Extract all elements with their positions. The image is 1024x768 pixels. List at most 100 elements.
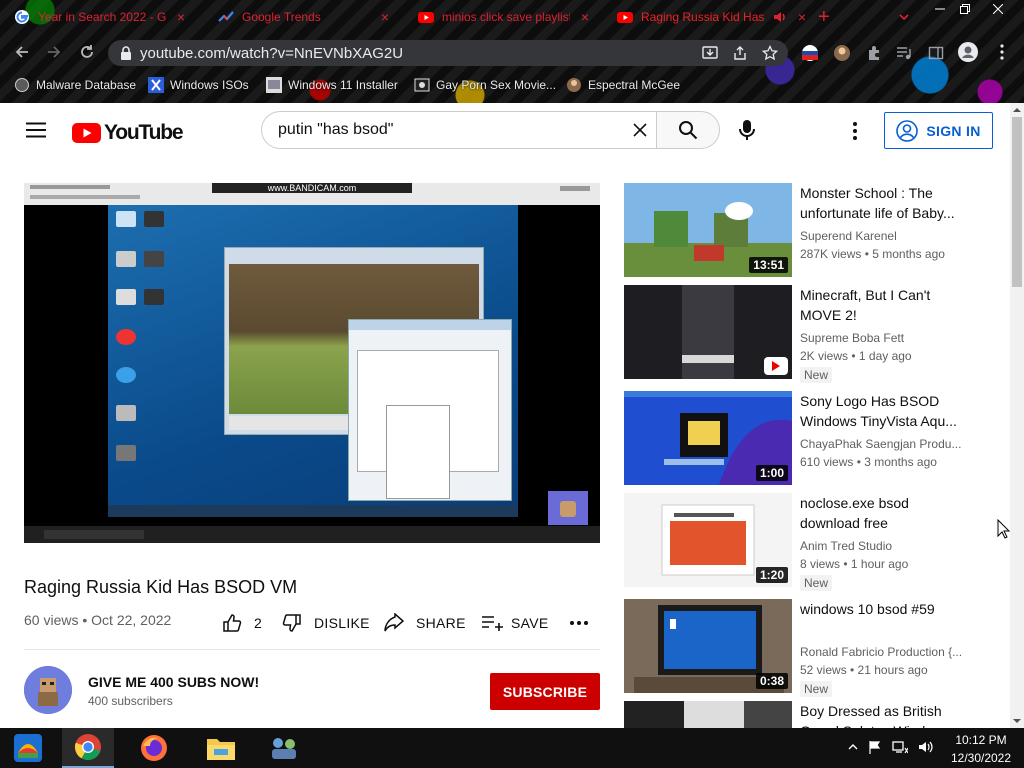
recommended-video-title[interactable]: Sony Logo Has BSOD Windows TinyVista Aqu… xyxy=(800,391,965,431)
taskbar-file-explorer[interactable] xyxy=(195,728,247,768)
profile-button[interactable] xyxy=(958,42,978,62)
sign-in-button[interactable]: SIGN IN xyxy=(884,112,993,149)
start-app-button[interactable] xyxy=(2,728,54,768)
extension-flag-button[interactable] xyxy=(800,43,820,63)
recommended-video[interactable]: 1:20 noclose.exe bsod download free Anim… xyxy=(624,493,1004,591)
bookmark-windows-11-installer[interactable]: Windows 11 Installer xyxy=(266,76,398,94)
video-thumbnail[interactable] xyxy=(624,285,792,379)
settings-menu-button[interactable] xyxy=(853,122,857,140)
character-extension-icon xyxy=(834,45,850,61)
sign-in-label: SIGN IN xyxy=(926,122,981,139)
show-hidden-icons-icon[interactable] xyxy=(848,742,858,752)
tab-search-button[interactable] xyxy=(898,4,914,30)
reload-button[interactable] xyxy=(77,42,97,62)
tab-close-button[interactable]: × xyxy=(378,9,392,25)
tab-year-in-search[interactable]: Year in Search 2022 - Go × xyxy=(14,4,188,30)
bookmark-espectral-mcgee[interactable]: Espectral McGee xyxy=(566,76,680,94)
vm-taskbar xyxy=(108,505,518,517)
video-thumbnail[interactable]: 1:00 xyxy=(624,391,792,485)
voice-search-button[interactable] xyxy=(738,119,756,141)
taskbar-clock[interactable]: 10:12 PM 12/30/2022 xyxy=(938,731,1024,767)
video-thumbnail[interactable]: 13:51 xyxy=(624,183,792,277)
flag-icon[interactable] xyxy=(868,740,882,754)
recommended-video-channel[interactable]: Superend Karenel xyxy=(800,229,970,243)
bookmark-movie[interactable]: Gay Porn Sex Movie... xyxy=(414,76,556,94)
extension-avatar-button[interactable] xyxy=(832,43,852,63)
recommended-video-channel[interactable]: Anim Tred Studio xyxy=(800,539,970,553)
channel-name[interactable]: GIVE ME 400 SUBS NOW! xyxy=(88,674,259,690)
close-icon xyxy=(993,4,1003,14)
new-tab-button[interactable]: + xyxy=(818,4,836,30)
video-thumbnail[interactable]: 1:20 xyxy=(624,493,792,587)
tab-raging-russia-kid[interactable]: Raging Russia Kid Has × xyxy=(617,4,809,30)
recommended-video-channel[interactable]: Ronald Fabricio Production {... xyxy=(800,645,970,659)
divider xyxy=(24,649,600,650)
address-bar[interactable]: youtube.com/watch?v=NnEVNbXAG2U xyxy=(108,40,788,66)
channel-avatar[interactable] xyxy=(24,666,72,714)
install-icon[interactable] xyxy=(702,45,718,61)
restore-button[interactable] xyxy=(950,0,980,18)
vm-context-menu xyxy=(386,405,450,499)
video-player[interactable]: www.BANDICAM.com xyxy=(24,183,600,543)
recommended-video-title[interactable]: Boy Dressed as British Guard Salutes Win… xyxy=(800,701,965,728)
image-icon xyxy=(266,77,282,93)
taskbar-network-app[interactable] xyxy=(258,728,310,768)
network-icon[interactable] xyxy=(892,740,908,754)
scrollbar-thumb[interactable] xyxy=(1012,117,1022,287)
share-button[interactable]: SHARE xyxy=(384,613,466,633)
recommended-video[interactable]: Minecraft, But I Can't MOVE 2! Supreme B… xyxy=(624,285,1004,383)
dislike-button[interactable]: DISLIKE xyxy=(282,613,370,633)
taskbar-chrome[interactable] xyxy=(62,728,114,768)
video-thumbnail[interactable] xyxy=(624,701,792,728)
video-thumbnail[interactable]: 0:38 xyxy=(624,599,792,693)
recommended-video-title[interactable]: Monster School : The unfortunate life of… xyxy=(800,183,965,223)
side-panel-button[interactable] xyxy=(926,43,946,63)
bookmark-windows-isos[interactable]: Windows ISOs xyxy=(148,76,249,94)
audio-playing-icon[interactable] xyxy=(773,10,787,24)
search-input[interactable]: putin "has bsod" xyxy=(261,111,657,149)
share-page-icon[interactable] xyxy=(732,45,748,61)
youtube-icon xyxy=(617,12,633,23)
like-button[interactable]: 2 xyxy=(222,613,262,633)
youtube-logo[interactable]: YouTube xyxy=(72,121,184,145)
recommended-video[interactable]: 1:00 Sony Logo Has BSOD Windows TinyVist… xyxy=(624,391,1004,485)
page-scrollbar[interactable] xyxy=(1010,103,1024,728)
share-icon xyxy=(384,613,404,632)
tab-close-button[interactable]: × xyxy=(578,9,592,25)
bookmark-label: Windows 11 Installer xyxy=(288,78,398,92)
recommended-video-channel[interactable]: Supreme Boba Fett xyxy=(800,331,970,345)
recommended-video-channel[interactable]: ChayaPhak Saengjan Produ... xyxy=(800,437,970,451)
taskbar-firefox[interactable] xyxy=(128,728,180,768)
bookmark-star-icon[interactable] xyxy=(762,45,778,61)
tab-minios-playlist[interactable]: minios click save playlist × xyxy=(418,4,592,30)
bookmark-malware-database[interactable]: Malware Database xyxy=(14,76,136,94)
save-button[interactable]: SAVE xyxy=(481,613,549,633)
close-window-button[interactable] xyxy=(983,0,1013,18)
scroll-down-arrow-icon[interactable] xyxy=(1010,716,1024,726)
recommended-video[interactable]: 0:38 windows 10 bsod #59 Ronald Fabricio… xyxy=(624,599,1004,697)
recommended-video[interactable]: 13:51 Monster School : The unfortunate l… xyxy=(624,183,1004,277)
guide-menu-button[interactable] xyxy=(26,122,46,138)
scroll-up-arrow-icon[interactable] xyxy=(1010,105,1024,115)
media-controls-button[interactable] xyxy=(894,43,914,63)
tab-close-button[interactable]: × xyxy=(174,9,188,25)
back-button[interactable] xyxy=(12,42,32,62)
youtube-header: YouTube putin "has bsod" SIGN IN xyxy=(0,103,1010,159)
more-actions-button[interactable] xyxy=(570,613,596,633)
windows-taskbar: 10:12 PM 12/30/2022 xyxy=(0,728,1024,768)
extensions-button[interactable] xyxy=(864,43,884,63)
puzzle-icon xyxy=(869,46,879,60)
recommended-video[interactable]: Boy Dressed as British Guard Salutes Win… xyxy=(624,701,1004,728)
recommended-video-title[interactable]: Minecraft, But I Can't MOVE 2! xyxy=(800,285,965,325)
browser-menu-button[interactable] xyxy=(992,42,1012,62)
subscribe-button[interactable]: SUBSCRIBE xyxy=(490,673,600,710)
recommended-video-title[interactable]: noclose.exe bsod download free xyxy=(800,493,965,533)
tab-close-button[interactable]: × xyxy=(795,9,809,25)
search-button[interactable] xyxy=(656,111,720,149)
volume-icon[interactable] xyxy=(918,740,934,754)
bookmark-label: Windows ISOs xyxy=(170,78,249,92)
forward-button[interactable] xyxy=(44,42,64,62)
tab-google-trends[interactable]: Google Trends × xyxy=(218,4,392,30)
recommended-video-title[interactable]: windows 10 bsod #59 xyxy=(800,599,965,619)
clear-search-icon[interactable] xyxy=(633,123,647,137)
